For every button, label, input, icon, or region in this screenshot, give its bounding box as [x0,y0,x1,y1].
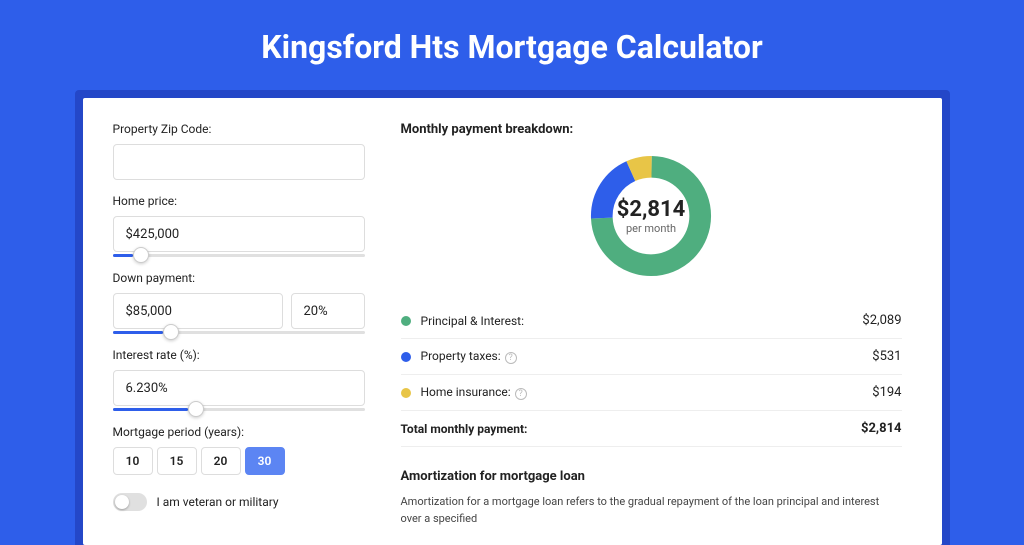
down-pct-input[interactable] [291,293,365,329]
info-icon[interactable]: ? [505,352,517,364]
donut-amount: $2,814 [617,197,686,222]
amort-text: Amortization for a mortgage loan refers … [401,494,902,527]
line-val-total: $2,814 [861,421,902,436]
period-20[interactable]: 20 [201,447,241,475]
slider-thumb-icon[interactable] [188,401,204,417]
amort-title: Amortization for mortgage loan [401,469,902,484]
down-field: Down payment: [113,271,365,334]
line-label-taxes: Property taxes:? [421,349,873,364]
rate-slider[interactable] [113,408,365,411]
amortization-section: Amortization for mortgage loan Amortizat… [401,469,902,527]
price-input[interactable] [113,216,365,252]
period-label: Mortgage period (years): [113,425,365,439]
rate-field: Interest rate (%): [113,348,365,411]
down-slider[interactable] [113,331,365,334]
breakdown-title: Monthly payment breakdown: [401,122,902,137]
line-label-principal: Principal & Interest: [421,314,863,328]
down-input[interactable] [113,293,283,329]
slider-thumb-icon[interactable] [133,247,149,263]
form-panel: Property Zip Code: Home price: Down paym… [83,98,383,545]
line-val-taxes: $531 [872,349,901,364]
period-field: Mortgage period (years): 10 15 20 30 [113,425,365,475]
line-label-insurance: Home insurance:? [421,385,873,400]
info-icon[interactable]: ? [515,388,527,400]
slider-thumb-icon[interactable] [163,324,179,340]
period-10[interactable]: 10 [113,447,153,475]
veteran-row: I am veteran or military [113,493,365,511]
donut-sub: per month [617,222,686,235]
zip-input[interactable] [113,144,365,180]
zip-label: Property Zip Code: [113,122,365,136]
period-buttons: 10 15 20 30 [113,447,365,475]
donut-center: $2,814 per month [617,197,686,235]
veteran-label: I am veteran or military [157,495,279,509]
period-30[interactable]: 30 [245,447,285,475]
page-title: Kingsford Hts Mortgage Calculator [0,0,1024,90]
breakdown-panel: Monthly payment breakdown: $2,814 per mo… [383,98,942,545]
line-taxes: Property taxes:? $531 [401,339,902,375]
card-container: Property Zip Code: Home price: Down paym… [75,90,950,545]
line-val-insurance: $194 [872,385,901,400]
price-field: Home price: [113,194,365,257]
zip-field: Property Zip Code: [113,122,365,180]
rate-label: Interest rate (%): [113,348,365,362]
line-label-total: Total monthly payment: [401,422,862,436]
price-label: Home price: [113,194,365,208]
line-total: Total monthly payment: $2,814 [401,411,902,447]
dot-icon [401,388,411,398]
period-15[interactable]: 15 [157,447,197,475]
dot-icon [401,352,411,362]
veteran-toggle[interactable] [113,493,147,511]
toggle-knob-icon [115,495,129,509]
dot-icon [401,316,411,326]
down-label: Down payment: [113,271,365,285]
line-principal: Principal & Interest: $2,089 [401,303,902,339]
donut-chart: $2,814 per month [401,151,902,281]
rate-input[interactable] [113,370,365,406]
price-slider[interactable] [113,254,365,257]
line-insurance: Home insurance:? $194 [401,375,902,411]
line-val-principal: $2,089 [862,313,901,328]
calculator-card: Property Zip Code: Home price: Down paym… [83,98,942,545]
